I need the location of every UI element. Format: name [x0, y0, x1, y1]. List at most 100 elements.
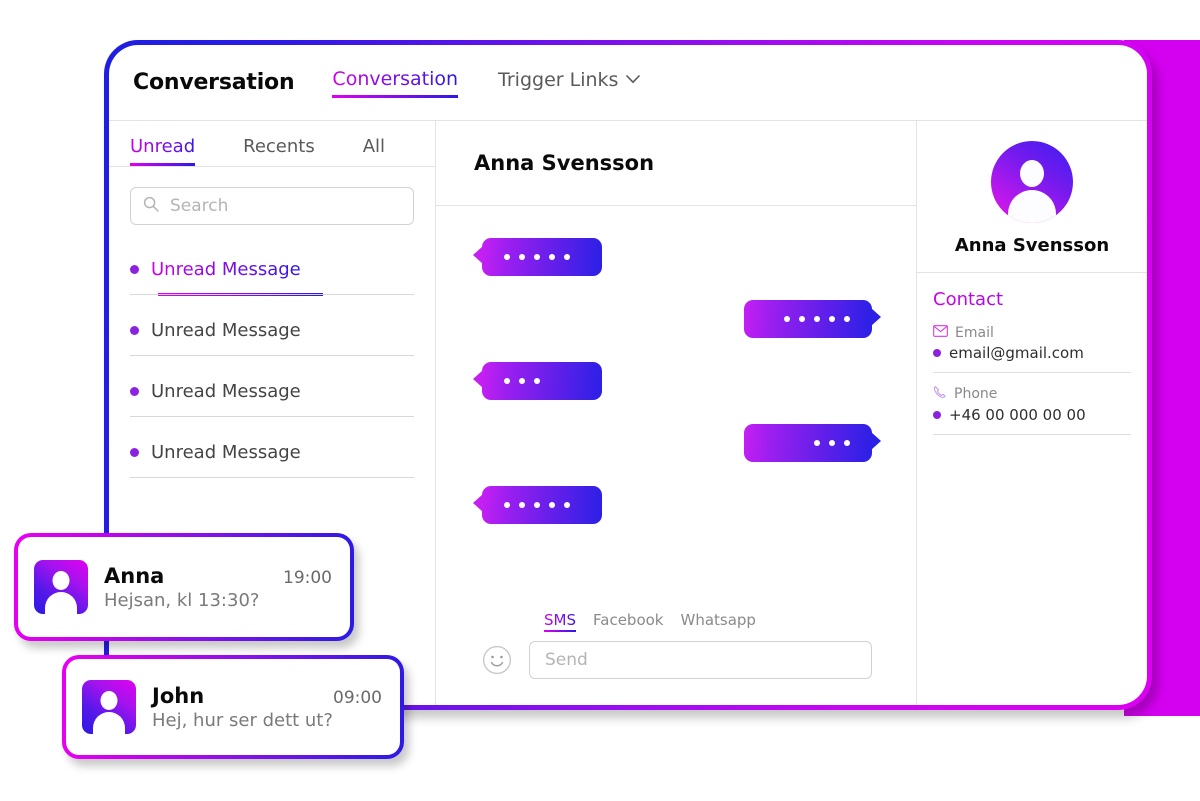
envelope-icon — [933, 325, 955, 341]
message-row-outgoing — [482, 424, 881, 462]
user-avatar-icon-head — [1020, 160, 1044, 187]
avatar — [991, 141, 1073, 223]
list-item[interactable]: Unread Message — [130, 308, 414, 356]
contact-field-phone: Phone +46 00 000 00 00 — [933, 385, 1131, 435]
message-placeholder-dots — [504, 378, 540, 384]
unread-dot-icon — [130, 387, 139, 396]
contact-panel: Anna Svensson Contact Email email@gmail.… — [917, 121, 1147, 705]
contact-name: Anna Svensson — [954, 235, 1110, 256]
user-avatar-icon-head — [52, 571, 70, 590]
search-icon — [143, 196, 159, 216]
channel-tab-bar: SMS Facebook Whatsapp — [482, 611, 872, 632]
list-item[interactable]: Unread Message — [130, 247, 414, 296]
message-row-incoming — [473, 238, 872, 276]
notification-card-inner: John 09:00 Hej, hur ser dett ut? — [66, 659, 400, 755]
message-row-incoming — [473, 362, 872, 400]
channel-tab-sms[interactable]: SMS — [544, 611, 576, 632]
contact-field-phone-label: Phone — [954, 386, 998, 402]
contact-field-email: Email email@gmail.com — [933, 325, 1131, 373]
user-avatar-icon-body — [1008, 190, 1056, 223]
message-placeholder-dots — [504, 254, 570, 260]
message-placeholder-dots — [504, 502, 570, 508]
search-input[interactable] — [168, 195, 401, 217]
notification-card[interactable]: Anna 19:00 Hejsan, kl 13:30? — [14, 533, 354, 641]
filter-tab-all[interactable]: All — [363, 136, 385, 166]
filter-tab-all-label: All — [362, 136, 386, 157]
notification-text: Anna 19:00 Hejsan, kl 13:30? — [104, 564, 332, 611]
message-placeholder-dots — [814, 440, 850, 446]
contact-field-phone-value: +46 00 000 00 00 — [949, 406, 1086, 424]
channel-tab-whatsapp[interactable]: Whatsapp — [680, 611, 755, 632]
notification-card-inner: Anna 19:00 Hejsan, kl 13:30? — [18, 537, 350, 637]
message-composer: SMS Facebook Whatsapp — [436, 611, 916, 705]
unread-dot-icon — [130, 448, 139, 457]
tab-trigger-links[interactable]: Trigger Links — [498, 67, 641, 99]
channel-tab-sms-label: SMS — [544, 611, 576, 629]
contact-details: Contact Email email@gmail.com Phone +46 … — [917, 273, 1147, 447]
message-row-outgoing — [482, 300, 881, 338]
active-indicator — [158, 293, 323, 296]
list-item-label: Unread Message — [151, 381, 301, 402]
notification-timestamp: 19:00 — [283, 567, 332, 588]
user-avatar-icon-body — [45, 592, 77, 614]
channel-tab-facebook-label: Facebook — [593, 611, 664, 629]
notification-timestamp: 09:00 — [333, 687, 382, 708]
list-item-label: Unread Message — [151, 442, 301, 463]
contact-field-email-value: email@gmail.com — [949, 344, 1084, 362]
notification-sender-name: John — [152, 683, 205, 708]
channel-tab-whatsapp-label: Whatsapp — [680, 611, 756, 629]
page-title: Conversation — [133, 70, 295, 95]
filter-tab-unread-label: Unread — [130, 136, 196, 157]
bullet-icon — [933, 411, 941, 419]
user-avatar-icon-body — [93, 712, 125, 734]
message-list — [436, 206, 916, 611]
tab-conversation[interactable]: Conversation — [332, 68, 458, 98]
notification-preview: Hej, hur ser dett ut? — [152, 709, 333, 731]
notification-sender-name: Anna — [104, 563, 165, 588]
contact-field-phone-label-row: Phone — [933, 385, 1131, 403]
list-item[interactable]: Unread Message — [130, 369, 414, 417]
bullet-icon — [933, 349, 941, 357]
filter-tab-recents-label: Recents — [243, 136, 315, 157]
notification-card[interactable]: John 09:00 Hej, hur ser dett ut? — [62, 655, 404, 759]
chat-header: Anna Svensson — [436, 121, 916, 206]
message-bubble-incoming[interactable] — [473, 486, 602, 524]
message-placeholder-dots — [784, 316, 850, 322]
chat-panel: Anna Svensson SMS Facebook Whatsapp Send — [436, 121, 917, 705]
notification-preview: Hejsan, kl 13:30? — [104, 589, 260, 611]
message-row-incoming — [473, 486, 872, 524]
notification-text: John 09:00 Hej, hur ser dett ut? — [152, 684, 382, 731]
contact-field-email-value-row[interactable]: email@gmail.com — [933, 344, 1131, 362]
message-bubble-outgoing[interactable] — [744, 300, 881, 338]
filter-tab-unread[interactable]: Unread — [130, 136, 196, 166]
tab-conversation-label: Conversation — [332, 67, 459, 90]
list-item-label: Unread Message — [151, 259, 301, 280]
chat-contact-name: Anna Svensson — [474, 151, 655, 175]
list-item-label: Unread Message — [151, 320, 301, 341]
filter-tab-recents[interactable]: Recents — [243, 136, 315, 166]
contact-header: Anna Svensson — [917, 121, 1147, 273]
unread-dot-icon — [130, 265, 139, 274]
chevron-down-icon — [626, 67, 641, 89]
list-item[interactable]: Unread Message — [130, 430, 414, 478]
filter-tab-bar: Unread Recents All — [109, 121, 435, 167]
notification-top-line: John 09:00 — [152, 684, 382, 708]
message-bubble-incoming[interactable] — [473, 238, 602, 276]
contact-section-heading: Contact — [933, 289, 1131, 310]
message-bubble-outgoing[interactable] — [744, 424, 881, 462]
contact-field-email-label: Email — [955, 325, 994, 341]
avatar — [82, 680, 136, 734]
message-input[interactable] — [529, 641, 872, 679]
notification-top-line: Anna 19:00 — [104, 564, 332, 588]
contact-field-phone-value-row[interactable]: +46 00 000 00 00 — [933, 406, 1131, 424]
composer-row — [482, 641, 872, 679]
message-bubble-incoming[interactable] — [473, 362, 602, 400]
smiley-icon[interactable] — [482, 645, 512, 675]
tab-trigger-links-label: Trigger Links — [498, 68, 619, 91]
user-avatar-icon-head — [100, 691, 118, 710]
top-navigation-bar: Conversation Conversation Trigger Links — [109, 45, 1147, 121]
channel-tab-facebook[interactable]: Facebook — [593, 611, 663, 632]
unread-dot-icon — [130, 326, 139, 335]
search-box[interactable] — [130, 187, 414, 225]
phone-icon — [933, 385, 954, 403]
